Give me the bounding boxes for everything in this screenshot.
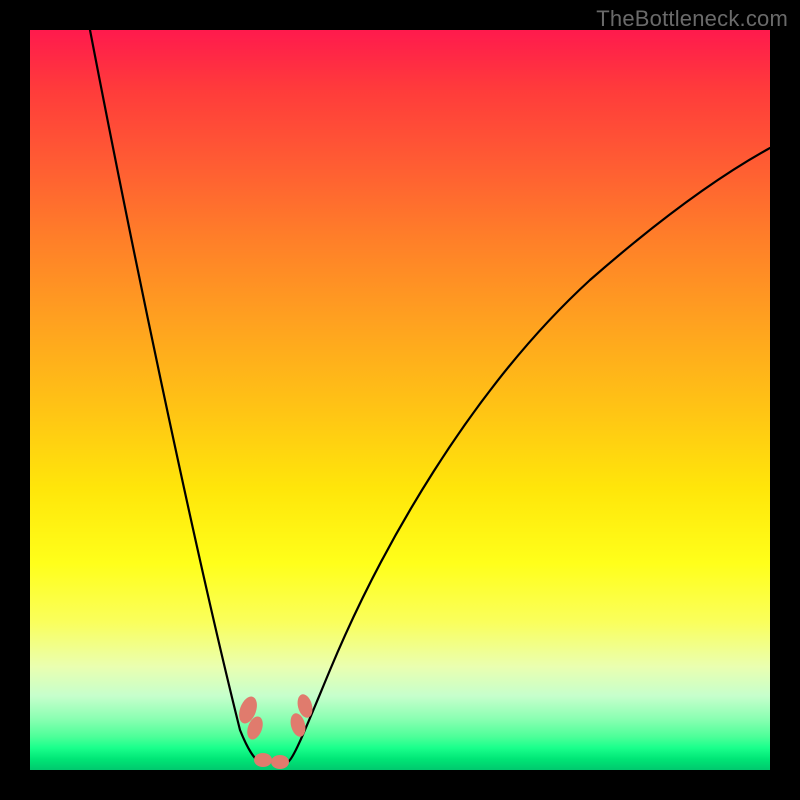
marker-dot bbox=[271, 755, 289, 769]
curve-right-branch bbox=[288, 148, 770, 762]
watermark-text: TheBottleneck.com bbox=[596, 6, 788, 32]
bottleneck-curve bbox=[30, 30, 770, 770]
marker-group bbox=[236, 693, 315, 769]
plot-area bbox=[30, 30, 770, 770]
curve-left-branch bbox=[90, 30, 260, 762]
marker-dot bbox=[254, 753, 272, 767]
